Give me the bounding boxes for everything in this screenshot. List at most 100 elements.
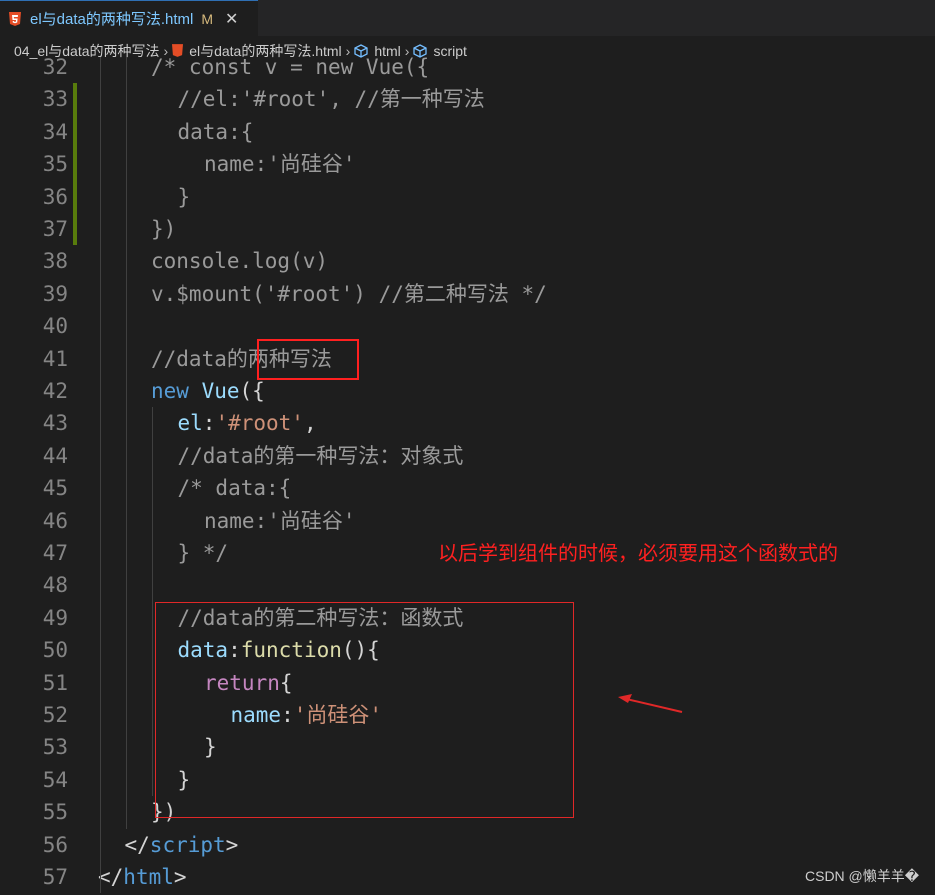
code-token: v.$mount('#root') //第二种写法 */	[151, 281, 547, 306]
line-number: 52	[42, 703, 68, 727]
line-number: 50	[42, 638, 68, 663]
code-line[interactable]: 32 /* const v = new Vue({	[0, 57, 935, 83]
cube-icon	[413, 43, 428, 58]
line-number: 44	[42, 443, 68, 468]
line-number: 45	[42, 476, 68, 501]
line-number: 39	[42, 281, 68, 306]
code-text: //el:'#root', //第一种写法	[178, 83, 485, 115]
code-text: data:{	[178, 116, 254, 148]
code-line[interactable]: 43 el:'#root',	[0, 407, 935, 439]
line-number: 46	[42, 508, 68, 533]
code-line[interactable]: 42 new Vue({	[0, 375, 935, 407]
code-token: console.log(v)	[151, 249, 329, 274]
file-tab[interactable]: el与data的两种写法.html M ✕	[0, 0, 258, 36]
highlight-box	[257, 339, 359, 380]
code-text: el:'#root',	[178, 407, 317, 439]
close-icon[interactable]: ✕	[225, 9, 238, 29]
code-token: name:'尚硅谷'	[204, 152, 356, 177]
code-text: /* data:{	[178, 472, 292, 504]
code-line[interactable]: 57 </html>	[0, 861, 935, 893]
editor-tab-bar: el与data的两种写法.html M ✕	[0, 0, 935, 36]
modified-indicator: M	[201, 10, 214, 27]
code-token: :	[202, 411, 216, 436]
code-token: new	[151, 379, 202, 403]
code-token: } */	[177, 541, 229, 565]
line-number: 36	[42, 184, 68, 209]
code-line[interactable]: 39 v.$mount('#root') //第二种写法 */	[0, 278, 935, 310]
code-token: >	[225, 832, 239, 857]
html5-file-icon	[8, 11, 22, 26]
watermark: CSDN @懒羊羊�	[805, 868, 920, 884]
code-text: new Vue({	[151, 375, 265, 407]
code-line[interactable]: 56 </script>	[0, 829, 935, 861]
code-token: Vue	[201, 379, 240, 403]
line-number: 33	[42, 87, 68, 112]
cube-icon	[354, 43, 368, 58]
code-token: html	[123, 865, 174, 889]
code-text: console.log(v)	[151, 245, 328, 277]
line-number: 42	[42, 379, 68, 403]
code-text: name:'尚硅谷'	[204, 148, 356, 180]
code-line[interactable]: 44 //data的第一种写法：对象式	[0, 440, 935, 472]
line-number: 54	[42, 767, 68, 792]
code-token: })	[151, 217, 177, 241]
code-token: </	[98, 865, 124, 889]
modified-lines-indicator	[73, 83, 77, 246]
code-text: }	[178, 181, 191, 213]
code-text: name:'尚硅谷'	[204, 505, 356, 537]
code-token: >	[173, 865, 187, 889]
line-number: 55	[42, 800, 68, 825]
indent-guide	[126, 57, 127, 829]
code-text: })	[151, 213, 176, 245]
code-token: '#root'	[215, 411, 304, 436]
code-token: name:'尚硅谷'	[204, 508, 356, 533]
code-text: } */	[178, 537, 229, 569]
code-line[interactable]: 45 /* data:{	[0, 472, 935, 504]
code-line[interactable]: 40	[0, 310, 935, 342]
line-number: 35	[42, 152, 68, 177]
code-token: /* data:{	[177, 476, 292, 501]
tab-label: el与data的两种写法.html	[30, 11, 194, 28]
code-text: </html>	[98, 861, 187, 893]
code-text: </script>	[125, 829, 239, 861]
line-number: 47	[42, 541, 68, 565]
code-line[interactable]: 33 //el:'#root', //第一种写法	[0, 83, 935, 115]
code-text: /* const v = new Vue({	[151, 57, 429, 83]
code-token: ({	[239, 379, 265, 403]
code-token: //el:'#root', //第一种写法	[177, 87, 485, 112]
line-number: 37	[42, 217, 68, 241]
code-line[interactable]: 37})	[0, 213, 935, 245]
line-number: 49	[42, 605, 68, 630]
highlight-box	[155, 602, 574, 818]
indent-guide	[100, 57, 101, 894]
line-number: 53	[42, 735, 68, 760]
code-token: }	[177, 184, 191, 209]
code-line[interactable]: 38 console.log(v)	[0, 245, 935, 277]
line-number: 43	[42, 411, 68, 436]
code-token: script	[149, 832, 226, 857]
indent-guide	[152, 407, 153, 797]
code-token: </	[124, 832, 150, 857]
arrow-icon	[618, 694, 683, 713]
html5-file-icon	[172, 44, 184, 57]
line-number: 48	[42, 573, 68, 598]
code-text: v.$mount('#root') //第二种写法 */	[151, 278, 547, 310]
line-number: 56	[42, 832, 68, 857]
line-number: 38	[42, 249, 68, 274]
line-number: 40	[42, 314, 68, 339]
code-line[interactable]: 35 name:'尚硅谷'	[0, 148, 935, 180]
code-token: data:{	[177, 119, 254, 144]
code-text: //data的第一种写法：对象式	[178, 440, 464, 472]
code-token: /* const v = new Vue({	[151, 57, 430, 79]
line-number: 51	[42, 670, 68, 695]
code-line[interactable]: 34 data:{	[0, 116, 935, 148]
code-line[interactable]: 48	[0, 569, 935, 601]
code-line[interactable]: 36}	[0, 181, 935, 213]
line-number: 57	[42, 865, 68, 889]
line-number: 41	[42, 346, 68, 371]
code-token: el	[177, 411, 203, 436]
code-line[interactable]: 41//data的两种写法	[0, 343, 935, 375]
code-line[interactable]: 46 name:'尚硅谷'	[0, 505, 935, 537]
code-token: //data的第一种写法：对象式	[177, 443, 464, 468]
line-number: 34	[42, 119, 68, 144]
